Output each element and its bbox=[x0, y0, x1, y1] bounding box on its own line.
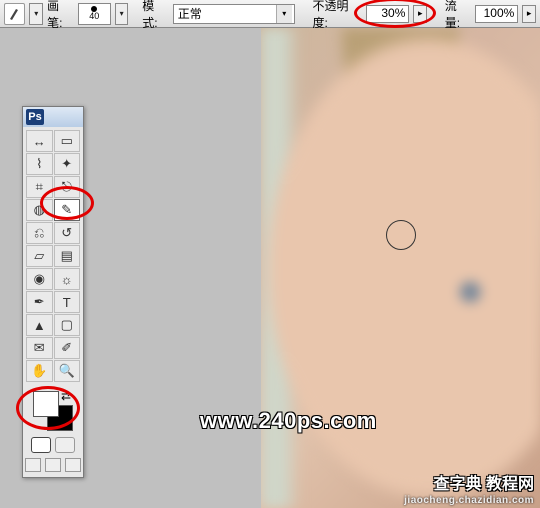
screen-mode-row bbox=[23, 435, 83, 455]
workspace: Ps ↔▭⌇✦⌗⎋◍✎⎌↺▱▤◉☼✒T▲▢✉✐✋🔍 ⇄ www.240ps.co… bbox=[0, 28, 540, 508]
marquee-tool[interactable]: ▭ bbox=[54, 130, 81, 152]
mode-combo[interactable]: 正常 ▾ bbox=[173, 4, 295, 24]
type-tool[interactable]: T bbox=[54, 291, 81, 313]
tool-preset-dropdown[interactable]: ▾ bbox=[29, 3, 43, 25]
magic-wand-tool[interactable]: ✦ bbox=[54, 153, 81, 175]
image-content bbox=[261, 28, 540, 508]
brush-label: 画笔: bbox=[47, 0, 74, 31]
zoom-tool[interactable]: 🔍 bbox=[54, 360, 81, 382]
eyedropper-tool[interactable]: ✐ bbox=[54, 337, 81, 359]
brush-tool-highlight bbox=[40, 186, 94, 220]
edit-quickmask-mode[interactable] bbox=[55, 437, 75, 453]
brush-cursor-icon bbox=[386, 220, 416, 250]
document-canvas[interactable] bbox=[261, 28, 540, 508]
flow-input[interactable]: 100% bbox=[475, 5, 518, 23]
move-tool[interactable]: ↔ bbox=[26, 130, 53, 152]
shape-tool[interactable]: ▢ bbox=[54, 314, 81, 336]
dodge-tool[interactable]: ☼ bbox=[54, 268, 81, 290]
watermark-center: www.240ps.com bbox=[200, 408, 377, 434]
screen-mode-1[interactable] bbox=[25, 458, 41, 472]
hand-tool[interactable]: ✋ bbox=[26, 360, 53, 382]
screen-mode-2[interactable] bbox=[45, 458, 61, 472]
notes-tool[interactable]: ✉ bbox=[26, 337, 53, 359]
brush-dropdown[interactable]: ▾ bbox=[115, 3, 129, 25]
gradient-tool[interactable]: ▤ bbox=[54, 245, 81, 267]
screen-switch-row bbox=[23, 455, 83, 477]
path-selection-tool[interactable]: ▲ bbox=[26, 314, 53, 336]
brush-preview[interactable]: 40 bbox=[78, 3, 111, 25]
options-bar: ▾ 画笔: 40 ▾ 模式: 正常 ▾ 不透明度: 30% ▸ 流量: 100%… bbox=[0, 0, 540, 28]
ps-logo-icon: Ps bbox=[26, 109, 44, 125]
watermark-right1: 查字典 教程网 bbox=[434, 470, 534, 494]
mode-label: 模式: bbox=[142, 0, 169, 31]
mode-value: 正常 bbox=[176, 5, 276, 22]
pen-tool[interactable]: ✒ bbox=[26, 291, 53, 313]
swatches-highlight bbox=[16, 386, 80, 430]
current-tool-icon[interactable] bbox=[4, 3, 25, 25]
clone-stamp-tool[interactable]: ⎌ bbox=[26, 222, 53, 244]
blur-tool[interactable]: ◉ bbox=[26, 268, 53, 290]
lasso-tool[interactable]: ⌇ bbox=[26, 153, 53, 175]
edit-standard-mode[interactable] bbox=[31, 437, 51, 453]
eraser-tool[interactable]: ▱ bbox=[26, 245, 53, 267]
tool-grid: ↔▭⌇✦⌗⎋◍✎⎌↺▱▤◉☼✒T▲▢✉✐✋🔍 bbox=[23, 127, 83, 385]
flow-flyout[interactable]: ▸ bbox=[522, 5, 536, 23]
watermark-right2: jiaocheng.chazidian.com bbox=[404, 495, 534, 506]
screen-mode-3[interactable] bbox=[65, 458, 81, 472]
mode-dropdown-icon: ▾ bbox=[276, 5, 292, 23]
history-brush-tool[interactable]: ↺ bbox=[54, 222, 81, 244]
brush-size-value: 40 bbox=[89, 12, 99, 21]
flow-label: 流量: bbox=[445, 0, 472, 31]
tools-panel-title[interactable]: Ps bbox=[23, 107, 83, 127]
